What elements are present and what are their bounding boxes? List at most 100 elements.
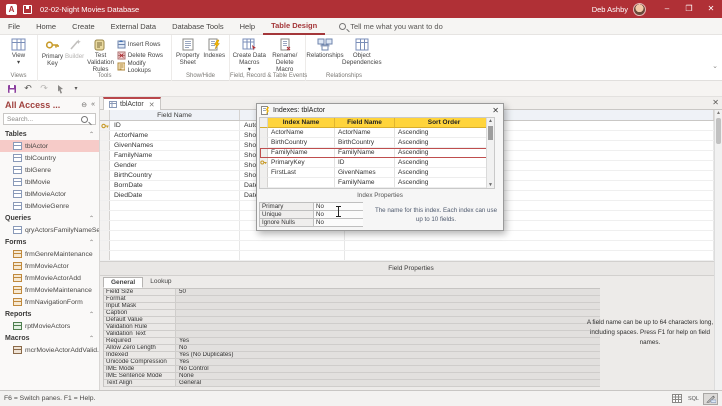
- test-validation-rules-button[interactable]: Test Validation Rules: [84, 36, 117, 73]
- property-row[interactable]: Field Size50: [104, 289, 600, 296]
- index-row[interactable]: ActorNameActorNameAscending: [260, 128, 494, 138]
- touch-mode-button[interactable]: [52, 84, 68, 94]
- nav-menu-icon[interactable]: ⊖: [81, 101, 87, 109]
- nav-item-tblactor[interactable]: tblActor: [0, 140, 99, 152]
- indexes-icon: [208, 38, 221, 51]
- nav-search-input[interactable]: Search...: [3, 113, 96, 125]
- nav-item-report[interactable]: rptMovieActors: [0, 320, 99, 332]
- tab-table-design[interactable]: Table Design: [263, 18, 325, 35]
- property-row[interactable]: RequiredYes: [104, 338, 600, 345]
- nav-shutter-icon[interactable]: «: [91, 101, 95, 109]
- save-icon[interactable]: [23, 5, 32, 14]
- indexes-dialog-titlebar[interactable]: Indexes: tblActor ✕: [257, 104, 503, 117]
- column-header-index-name[interactable]: Index Name: [268, 118, 335, 128]
- indexes-button[interactable]: Indexes: [201, 36, 227, 59]
- property-row[interactable]: Validation Rule: [104, 324, 600, 331]
- nav-item-form[interactable]: frmMovieActor: [0, 260, 99, 272]
- property-row[interactable]: IndexedYes (No Duplicates): [104, 352, 600, 359]
- index-row-current[interactable]: FamilyNameFamilyNameAscending: [260, 148, 494, 158]
- collapse-ribbon-icon[interactable]: ⌄: [712, 62, 718, 70]
- dialog-scrollbar[interactable]: ▲▼: [486, 118, 494, 188]
- index-row[interactable]: BirthCountryBirthCountryAscending: [260, 138, 494, 148]
- index-property-row[interactable]: Ignore NullsNo: [260, 219, 363, 227]
- view-button[interactable]: View▾: [2, 36, 35, 66]
- ribbon-group-events: Create Data Macros▾ Rename/ Delete Macro…: [230, 35, 306, 81]
- property-row[interactable]: Caption: [104, 310, 600, 317]
- nav-item-macro[interactable]: mcrMovieActorAddValid...: [0, 344, 99, 356]
- customize-qat-icon[interactable]: ▾: [68, 85, 84, 92]
- document-tab-tblactor[interactable]: tblActor ✕: [103, 97, 161, 110]
- sql-view-button[interactable]: SQL: [686, 393, 701, 405]
- form-icon: [13, 286, 22, 294]
- close-icon[interactable]: ✕: [492, 106, 499, 115]
- nav-item-form[interactable]: frmMovieMaintenance: [0, 284, 99, 296]
- index-property-row[interactable]: PrimaryNo: [260, 203, 363, 211]
- scrollbar-thumb[interactable]: [716, 118, 721, 144]
- nav-group-reports[interactable]: Reports⌃: [0, 308, 99, 320]
- column-header-field-name[interactable]: Field Name: [335, 118, 395, 128]
- vertical-scrollbar[interactable]: ▲: [714, 110, 722, 390]
- create-data-macros-button[interactable]: Create Data Macros▾: [232, 36, 267, 73]
- scroll-down-icon[interactable]: ▼: [487, 182, 494, 188]
- tab-create[interactable]: Create: [64, 18, 103, 35]
- tab-home[interactable]: Home: [28, 18, 64, 35]
- nav-item-form[interactable]: frmMovieActorAdd: [0, 272, 99, 284]
- scrollbar-thumb[interactable]: [488, 126, 493, 140]
- property-row[interactable]: Allow Zero LengthNo: [104, 345, 600, 352]
- nav-item-tblmovie[interactable]: tblMovie: [0, 176, 99, 188]
- design-view-button[interactable]: [703, 393, 718, 405]
- relationships-button[interactable]: Relationships: [308, 36, 342, 59]
- insert-rows-button[interactable]: Insert Rows: [117, 39, 169, 50]
- index-row[interactable]: FamilyNameAscending: [260, 178, 494, 188]
- index-row[interactable]: PrimaryKeyIDAscending: [260, 158, 494, 168]
- tab-close-icon[interactable]: ✕: [149, 101, 155, 109]
- object-dependencies-button[interactable]: Object Dependencies: [342, 36, 382, 66]
- nav-item-tblmovieactor[interactable]: tblMovieActor: [0, 188, 99, 200]
- property-row[interactable]: Validation Text: [104, 331, 600, 338]
- account-name[interactable]: Deb Ashby: [592, 5, 628, 14]
- tab-external-data[interactable]: External Data: [103, 18, 164, 35]
- tab-file[interactable]: File: [0, 18, 28, 35]
- index-property-row[interactable]: UniqueNo: [260, 211, 363, 219]
- nav-item-form[interactable]: frmGenreMaintenance: [0, 248, 99, 260]
- empty-field-row[interactable]: [100, 251, 714, 261]
- index-row[interactable]: FirstLastGivenNamesAscending: [260, 168, 494, 178]
- property-row[interactable]: Format: [104, 296, 600, 303]
- tab-help[interactable]: Help: [232, 18, 263, 35]
- undo-button[interactable]: ↶: [20, 83, 36, 94]
- avatar[interactable]: [633, 3, 646, 16]
- property-sheet-button[interactable]: Property Sheet: [174, 36, 201, 66]
- property-row[interactable]: Text AlignGeneral: [104, 380, 600, 387]
- nav-item-query[interactable]: qryActorsFamilyNameSe...: [0, 224, 99, 236]
- restore-button[interactable]: ❐: [678, 0, 700, 18]
- nav-item-tblcountry[interactable]: tblCountry: [0, 152, 99, 164]
- property-row[interactable]: Input Mask: [104, 303, 600, 310]
- nav-group-tables[interactable]: Tables⌃: [0, 128, 99, 140]
- nav-item-form[interactable]: frmNavigationForm: [0, 296, 99, 308]
- nav-item-tblgenre[interactable]: tblGenre: [0, 164, 99, 176]
- tab-lookup[interactable]: Lookup: [143, 277, 178, 288]
- close-document-icon[interactable]: ✕: [712, 98, 719, 107]
- property-row[interactable]: IME Sentence ModeNone: [104, 373, 600, 380]
- nav-group-queries[interactable]: Queries⌃: [0, 212, 99, 224]
- property-row[interactable]: Unicode CompressionYes: [104, 359, 600, 366]
- datasheet-view-button[interactable]: [669, 393, 684, 405]
- nav-group-macros[interactable]: Macros⌃: [0, 332, 99, 344]
- primary-key-button[interactable]: Primary Key: [40, 36, 65, 67]
- minimize-button[interactable]: –: [656, 0, 678, 18]
- close-button[interactable]: ✕: [700, 0, 722, 18]
- nav-group-forms[interactable]: Forms⌃: [0, 236, 99, 248]
- qat-save-button[interactable]: [4, 84, 20, 94]
- property-row[interactable]: IME ModeNo Control: [104, 366, 600, 373]
- empty-field-row[interactable]: [100, 231, 714, 241]
- column-header-sort-order[interactable]: Sort Order: [395, 118, 494, 128]
- column-header-field-name[interactable]: Field Name: [110, 110, 240, 120]
- tell-me-search[interactable]: Tell me what you want to do: [339, 22, 443, 31]
- tab-general[interactable]: General: [103, 277, 143, 288]
- tab-database-tools[interactable]: Database Tools: [164, 18, 232, 35]
- rename-delete-macro-button[interactable]: Rename/ Delete Macro: [267, 36, 303, 73]
- nav-item-tblmoviegenre[interactable]: tblMovieGenre: [0, 200, 99, 212]
- property-row[interactable]: Default Value: [104, 317, 600, 324]
- empty-field-row[interactable]: [100, 241, 714, 251]
- modify-lookups-button[interactable]: Modify Lookups: [117, 61, 169, 72]
